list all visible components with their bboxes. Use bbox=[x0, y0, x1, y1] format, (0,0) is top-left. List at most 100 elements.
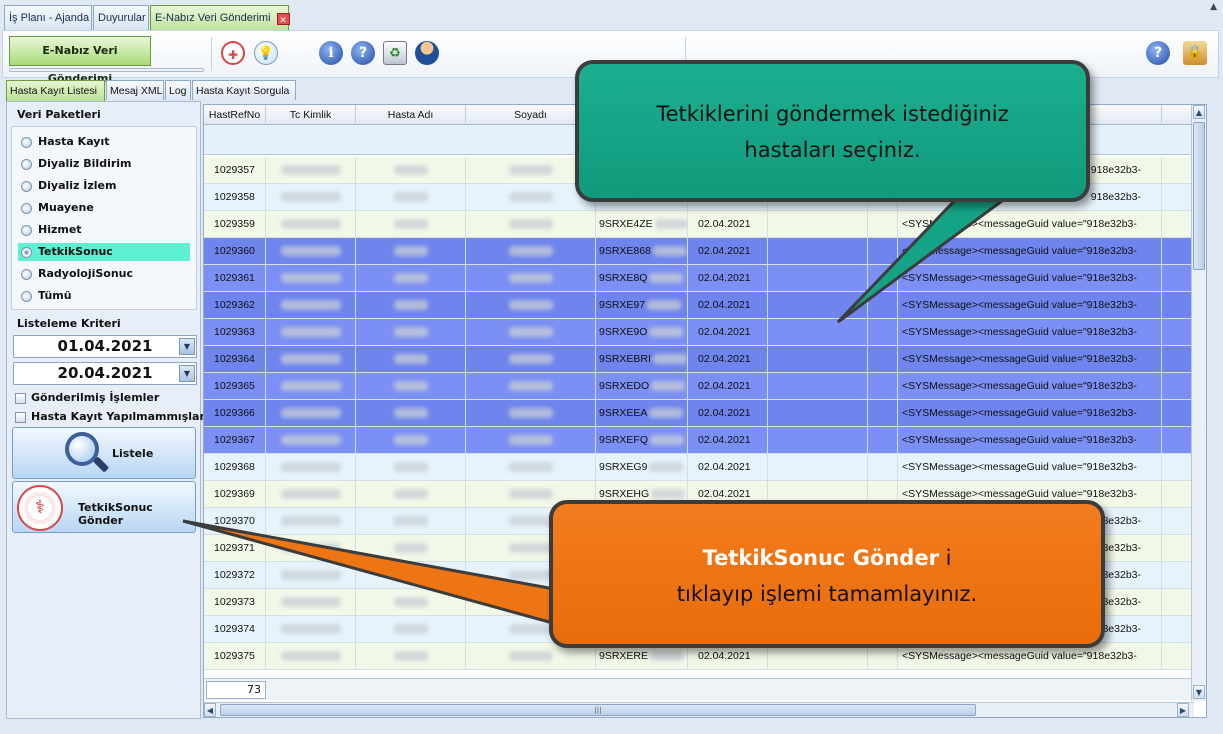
cell-redacted bbox=[466, 319, 596, 346]
close-icon[interactable]: ✕ bbox=[276, 13, 290, 25]
table-row[interactable]: 1029362 9SRXE97 02.04.2021 <SYSMessage><mes… bbox=[204, 292, 1192, 319]
cell-empty bbox=[1162, 265, 1192, 292]
radio-diyaliz-bildirim[interactable]: Diyaliz Bildirim bbox=[18, 155, 190, 173]
checkbox-icon bbox=[15, 412, 26, 423]
radio-tetkiksonuc[interactable]: TetkikSonuc bbox=[18, 243, 190, 261]
cell-empty bbox=[768, 373, 868, 400]
date-to-picker[interactable]: 20.04.2021 ▼ bbox=[13, 362, 197, 385]
cell-empty bbox=[768, 454, 868, 481]
scroll-up-icon[interactable]: ▲ bbox=[1193, 105, 1205, 119]
redacted-value bbox=[280, 300, 341, 311]
table-row[interactable]: 1029367 9SRXEFQ 02.04.2021 <SYSMessage><mes… bbox=[204, 427, 1192, 454]
module-button[interactable]: E-Nabız Veri Gönderimi bbox=[9, 36, 151, 85]
scroll-right-icon[interactable]: ▶ bbox=[1177, 703, 1189, 717]
redacted-value bbox=[393, 408, 428, 419]
redacted-value bbox=[280, 462, 341, 473]
tab-e-nabiz[interactable]: E-Nabız Veri Gönderimi ✕ bbox=[150, 5, 290, 30]
scroll-down-icon[interactable]: ▼ bbox=[1193, 685, 1205, 699]
tab-hasta-kayit-sorgula[interactable]: Hasta Kayıt Sorgula bbox=[192, 80, 296, 100]
table-row[interactable]: 1029361 9SRXE8Q 02.04.2021 <SYSMessage><mes… bbox=[204, 265, 1192, 292]
cell-empty bbox=[768, 319, 868, 346]
redacted-value bbox=[280, 543, 341, 554]
cell-message: <SYSMessage><messageGuid value="918e32b3… bbox=[898, 211, 1162, 238]
scroll-thumb[interactable] bbox=[1193, 122, 1205, 270]
tab-hasta-kayit-listesi[interactable]: Hasta Kayıt Listesi bbox=[6, 80, 105, 101]
cell-redacted bbox=[466, 211, 596, 238]
help-icon[interactable]: ? bbox=[351, 41, 375, 65]
saglik-logo-icon: ⚕ bbox=[17, 485, 63, 531]
chevron-up-icon[interactable]: ▲ bbox=[1210, 2, 1217, 12]
info-icon[interactable]: i bbox=[319, 41, 343, 65]
column-header[interactable]: Hasta Adı bbox=[356, 105, 466, 125]
table-row[interactable]: 1029368 9SRXEG9 02.04.2021 <SYSMessage><mes… bbox=[204, 454, 1192, 481]
radio-label: Tümü bbox=[38, 289, 72, 302]
table-row[interactable]: 1029364 9SRXEBRI 02.04.2021 <SYSMessage><me… bbox=[204, 346, 1192, 373]
date-from-picker[interactable]: 01.04.2021 ▼ bbox=[13, 335, 197, 358]
table-row[interactable]: 1029359 9SRXE4ZE 02.04.2021 <SYSMessage><me… bbox=[204, 211, 1192, 238]
table-row[interactable]: 1029363 9SRXE9O 02.04.2021 <SYSMessage><mes… bbox=[204, 319, 1192, 346]
radio-icon bbox=[21, 225, 32, 236]
list-button[interactable]: Listele bbox=[12, 427, 196, 479]
saglik-logo-icon[interactable]: ✚ bbox=[221, 41, 245, 65]
redacted-value bbox=[393, 273, 428, 284]
vertical-scrollbar[interactable]: ▲ ▼ bbox=[1191, 105, 1206, 701]
radio-hasta-kayit[interactable]: Hasta Kayıt bbox=[18, 133, 190, 151]
radio-muayene[interactable]: Muayene bbox=[18, 199, 190, 217]
cell-redacted bbox=[266, 589, 356, 616]
radio-label: RadyolojiSonuc bbox=[38, 267, 134, 280]
table-row[interactable]: 1029365 9SRXEDO 02.04.2021 <SYSMessage><mes… bbox=[204, 373, 1192, 400]
column-header[interactable] bbox=[1162, 105, 1194, 125]
user-icon[interactable] bbox=[415, 41, 439, 65]
cell-redacted bbox=[266, 184, 356, 211]
table-row[interactable]: 1029366 9SRXEEA 02.04.2021 <SYSMessage><mes… bbox=[204, 400, 1192, 427]
tetkiksonuc-gonder-button[interactable]: ⚕ TetkikSonuc Gönder bbox=[12, 481, 196, 533]
redacted-value bbox=[508, 651, 553, 662]
cell-redacted bbox=[466, 292, 596, 319]
tab-is-plani[interactable]: İş Planı - Ajanda bbox=[4, 5, 92, 30]
cell-redacted bbox=[356, 292, 466, 319]
tab-mesaj-xml[interactable]: Mesaj XML bbox=[106, 80, 164, 100]
chevron-down-icon[interactable]: ▼ bbox=[179, 365, 195, 382]
table-row[interactable]: 1029360 9SRXE868 02.04.2021 <SYSMessage><me… bbox=[204, 238, 1192, 265]
radio-tumu[interactable]: Tümü bbox=[18, 287, 190, 305]
redacted-value bbox=[508, 597, 553, 608]
recycle-bin-icon[interactable]: ♻ bbox=[383, 41, 407, 65]
cell-hastrefno: 1029367 bbox=[204, 427, 266, 454]
redacted-value bbox=[393, 516, 428, 527]
tab-label: Log bbox=[169, 85, 187, 97]
cell-empty bbox=[1162, 400, 1192, 427]
left-panel: Veri Paketleri Hasta Kayıt Diyaliz Bildi… bbox=[6, 101, 205, 719]
module-underline bbox=[9, 68, 204, 72]
column-header[interactable]: HastRefNo bbox=[204, 105, 266, 125]
app-window: İş Planı - Ajanda Duyurular E-Nabız Veri… bbox=[0, 0, 1223, 734]
redacted-value bbox=[393, 624, 428, 635]
radio-radyolojisonuc[interactable]: RadyolojiSonuc bbox=[18, 265, 190, 283]
scroll-left-icon[interactable]: ◀ bbox=[204, 703, 216, 717]
tab-duyurular[interactable]: Duyurular bbox=[93, 5, 149, 30]
redacted-value bbox=[649, 273, 684, 284]
tab-log[interactable]: Log bbox=[165, 80, 191, 100]
chevron-down-icon[interactable]: ▼ bbox=[179, 338, 195, 355]
cell-redacted bbox=[466, 454, 596, 481]
lock-icon[interactable]: 🔒 bbox=[1183, 41, 1207, 65]
check-unregistered[interactable]: Hasta Kayıt Yapılmammışlar bbox=[15, 409, 205, 425]
column-header[interactable]: Tc Kimlik bbox=[266, 105, 356, 125]
lightbulb-icon[interactable]: 💡 bbox=[254, 41, 278, 65]
check-sent-operations[interactable]: Gönderilmiş İşlemler bbox=[15, 390, 159, 406]
cell-redacted bbox=[266, 427, 356, 454]
cell-redacted bbox=[356, 508, 466, 535]
scroll-thumb[interactable]: ||| bbox=[220, 704, 976, 716]
redacted-value bbox=[393, 462, 428, 473]
callout-suffix: i bbox=[938, 546, 952, 570]
document-tabs: İş Planı - Ajanda Duyurular E-Nabız Veri… bbox=[0, 0, 1223, 30]
horizontal-scrollbar[interactable]: ◀ ||| ▶ bbox=[204, 702, 1194, 717]
cell-hastrefno: 1029370 bbox=[204, 508, 266, 535]
cell-date: 02.04.2021 bbox=[688, 238, 768, 265]
checkbox-label: Gönderilmiş İşlemler bbox=[31, 391, 160, 404]
radio-hizmet[interactable]: Hizmet bbox=[18, 221, 190, 239]
cell-redacted bbox=[356, 373, 466, 400]
redacted-value bbox=[508, 570, 553, 581]
send-button-label: TetkikSonuc Gönder bbox=[78, 501, 153, 527]
help-icon[interactable]: ? bbox=[1146, 41, 1170, 65]
radio-diyaliz-izlem[interactable]: Diyaliz İzlem bbox=[18, 177, 190, 195]
